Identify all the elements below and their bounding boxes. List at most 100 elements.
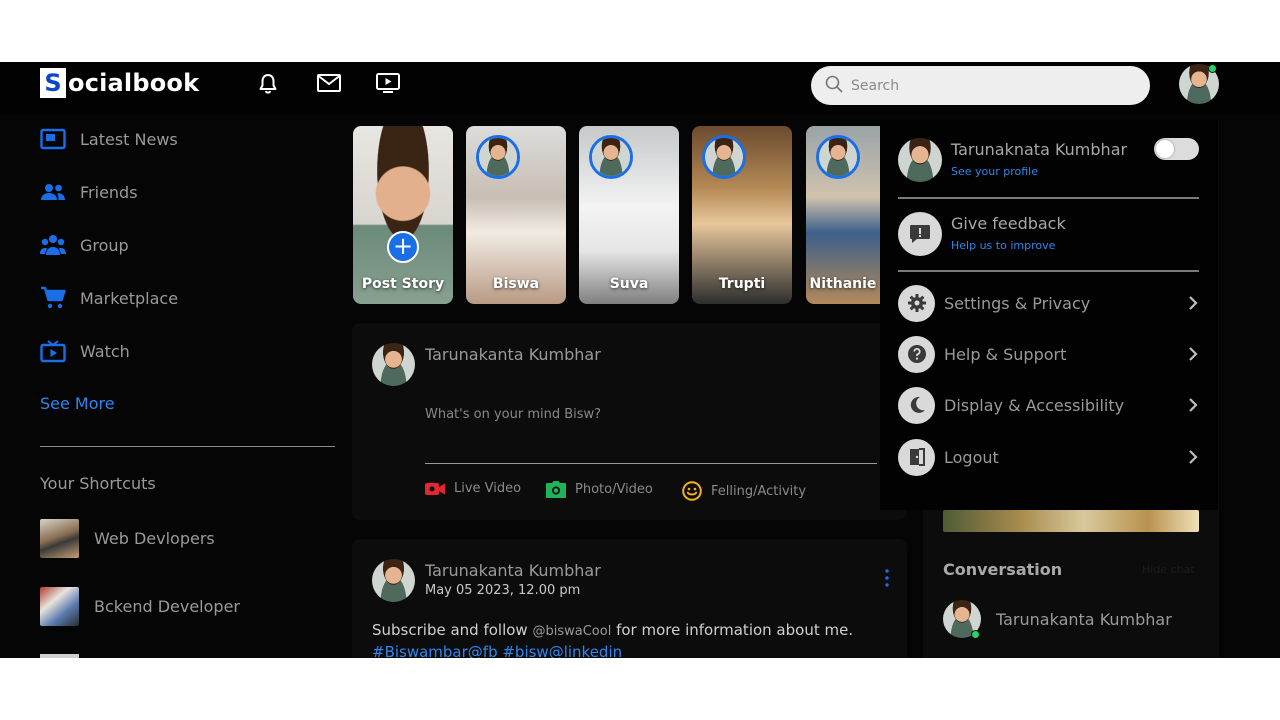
sidebar-item-label: Group	[80, 235, 129, 255]
action-label: Photo/Video	[575, 482, 653, 497]
friends-icon	[40, 179, 66, 205]
bell-icon[interactable]	[256, 72, 282, 94]
profile-dropdown-menu: Tarunaknata Kumbhar See your profile Giv…	[880, 120, 1218, 510]
dropdown-divider	[898, 270, 1199, 272]
top-bar: S ocialbook	[0, 62, 1280, 114]
search-bar[interactable]	[811, 66, 1150, 105]
post-author[interactable]: Tarunakanta Kumbhar	[425, 561, 601, 580]
composer-divider	[425, 463, 877, 464]
see-more-link[interactable]: See More	[40, 394, 115, 413]
live-video-icon	[425, 482, 445, 496]
story-name: Nithanie	[809, 276, 877, 292]
menu-item-settings-privacy[interactable]: Settings & Privacy	[898, 284, 1199, 322]
dropdown-profile-name[interactable]: Tarunaknata Kumbhar	[951, 140, 1127, 159]
shortcut-thumbnail	[40, 519, 79, 558]
menu-item-label: Logout	[944, 447, 999, 467]
chevron-right-icon	[1187, 295, 1199, 311]
contact-online-dot	[971, 630, 980, 639]
logout-icon	[898, 438, 935, 476]
story-name: Trupti	[718, 276, 766, 292]
menu-item-label: Display & Accessibility	[944, 395, 1125, 415]
feed-post: Tarunakanta Kumbhar May 05 2023, 12.00 p…	[352, 539, 907, 658]
post-mention[interactable]: @biswaCool	[532, 624, 611, 639]
composer-avatar	[372, 343, 415, 386]
sidebar-item-label: Marketplace	[80, 288, 179, 308]
photo-video-button[interactable]: Photo/Video	[546, 481, 653, 498]
menu-item-label: Settings & Privacy	[944, 293, 1091, 313]
sidebar-item-friends[interactable]: Friends	[40, 177, 138, 207]
chevron-right-icon	[1187, 346, 1199, 362]
gear-icon	[898, 284, 935, 322]
story-avatar	[592, 138, 630, 176]
sidebar-item-label: Latest News	[80, 129, 178, 149]
sidebar-item-group[interactable]: Group	[40, 230, 129, 260]
news-icon	[40, 126, 66, 152]
story-avatar-ring	[816, 135, 860, 179]
feedback-icon[interactable]	[898, 212, 942, 256]
feeling-activity-button[interactable]: Felling/Activity	[682, 481, 806, 501]
story-avatar	[705, 138, 743, 176]
logo-text: ocialbook	[68, 69, 200, 97]
moon-icon	[898, 386, 935, 424]
composer-author: Tarunakanta Kumbhar	[425, 345, 601, 364]
story-card-nithanie[interactable]: Nithanie	[806, 126, 880, 304]
see-profile-link[interactable]: See your profile	[951, 165, 1038, 178]
chevron-right-icon	[1187, 449, 1199, 465]
story-avatar-ring	[476, 135, 520, 179]
menu-item-logout[interactable]: Logout	[898, 438, 1199, 476]
video-icon[interactable]	[375, 72, 401, 94]
story-card-trupti[interactable]: Trupti	[692, 126, 792, 304]
story-avatar	[479, 138, 517, 176]
dropdown-divider	[898, 197, 1199, 199]
mail-icon[interactable]	[316, 72, 342, 94]
sidebar-item-latest-news[interactable]: Latest News	[40, 124, 178, 154]
tv-icon	[40, 338, 66, 364]
more-options-icon[interactable]	[885, 569, 889, 591]
contact-name: Tarunakanta Kumbhar	[996, 609, 1172, 629]
group-icon	[40, 232, 66, 258]
chevron-right-icon	[1187, 397, 1199, 413]
smile-icon	[682, 481, 702, 501]
logo-mark: S	[40, 68, 66, 98]
help-icon	[898, 335, 935, 373]
shortcut-label: Web Devlopers	[94, 529, 215, 548]
hide-chat-link[interactable]: Hide chat	[1142, 563, 1195, 576]
story-name: Suva	[609, 276, 649, 292]
sidebar-item-label: Watch	[80, 341, 130, 361]
add-story-icon[interactable]: +	[387, 231, 419, 263]
cart-icon	[40, 285, 66, 311]
dark-mode-toggle[interactable]	[1154, 138, 1199, 160]
menu-item-help-support[interactable]: Help & Support	[898, 335, 1199, 373]
post-text: Subscribe and follow @biswaCool for more…	[372, 621, 853, 639]
feedback-subtitle: Help us to improve	[951, 239, 1056, 252]
dropdown-avatar[interactable]	[898, 138, 942, 182]
search-input[interactable]	[851, 77, 1131, 94]
toggle-knob	[1156, 140, 1174, 158]
sidebar-item-marketplace[interactable]: Marketplace	[40, 283, 178, 313]
sidebar-item-watch[interactable]: Watch	[40, 336, 130, 366]
story-card-biswa[interactable]: Biswa	[466, 126, 566, 304]
menu-item-display-accessibility[interactable]: Display & Accessibility	[898, 386, 1199, 424]
sponsored-image[interactable]	[943, 510, 1199, 532]
shortcut-web-developers[interactable]: Web Devlopers	[40, 519, 215, 558]
action-label: Live Video	[454, 481, 522, 496]
composer-input[interactable]: What's on your mind Bisw?	[425, 407, 601, 422]
story-avatar	[819, 138, 857, 176]
shortcut-backend-developer[interactable]: Bckend Developer	[40, 587, 240, 626]
logo[interactable]: S ocialbook	[40, 67, 199, 99]
post-composer: Tarunakanta Kumbhar What's on your mind …	[352, 323, 907, 520]
camera-icon	[546, 481, 566, 498]
feedback-title[interactable]: Give feedback	[951, 214, 1066, 233]
shortcut-thumbnail-partial	[40, 654, 79, 658]
post-author-avatar	[372, 559, 415, 602]
story-card-suva[interactable]: Suva	[579, 126, 679, 304]
shortcut-thumbnail	[40, 587, 79, 626]
shortcuts-heading: Your Shortcuts	[40, 474, 156, 493]
story-avatar-ring	[589, 135, 633, 179]
story-card-post[interactable]: + Post Story	[353, 126, 453, 304]
shortcut-label: Bckend Developer	[94, 597, 240, 616]
post-text-end: for more information about me.	[611, 621, 854, 639]
post-hashtags[interactable]: #Biswambar@fb #bisw@linkedin	[372, 643, 622, 658]
online-status-dot	[1208, 64, 1217, 73]
live-video-button[interactable]: Live Video	[425, 481, 521, 496]
